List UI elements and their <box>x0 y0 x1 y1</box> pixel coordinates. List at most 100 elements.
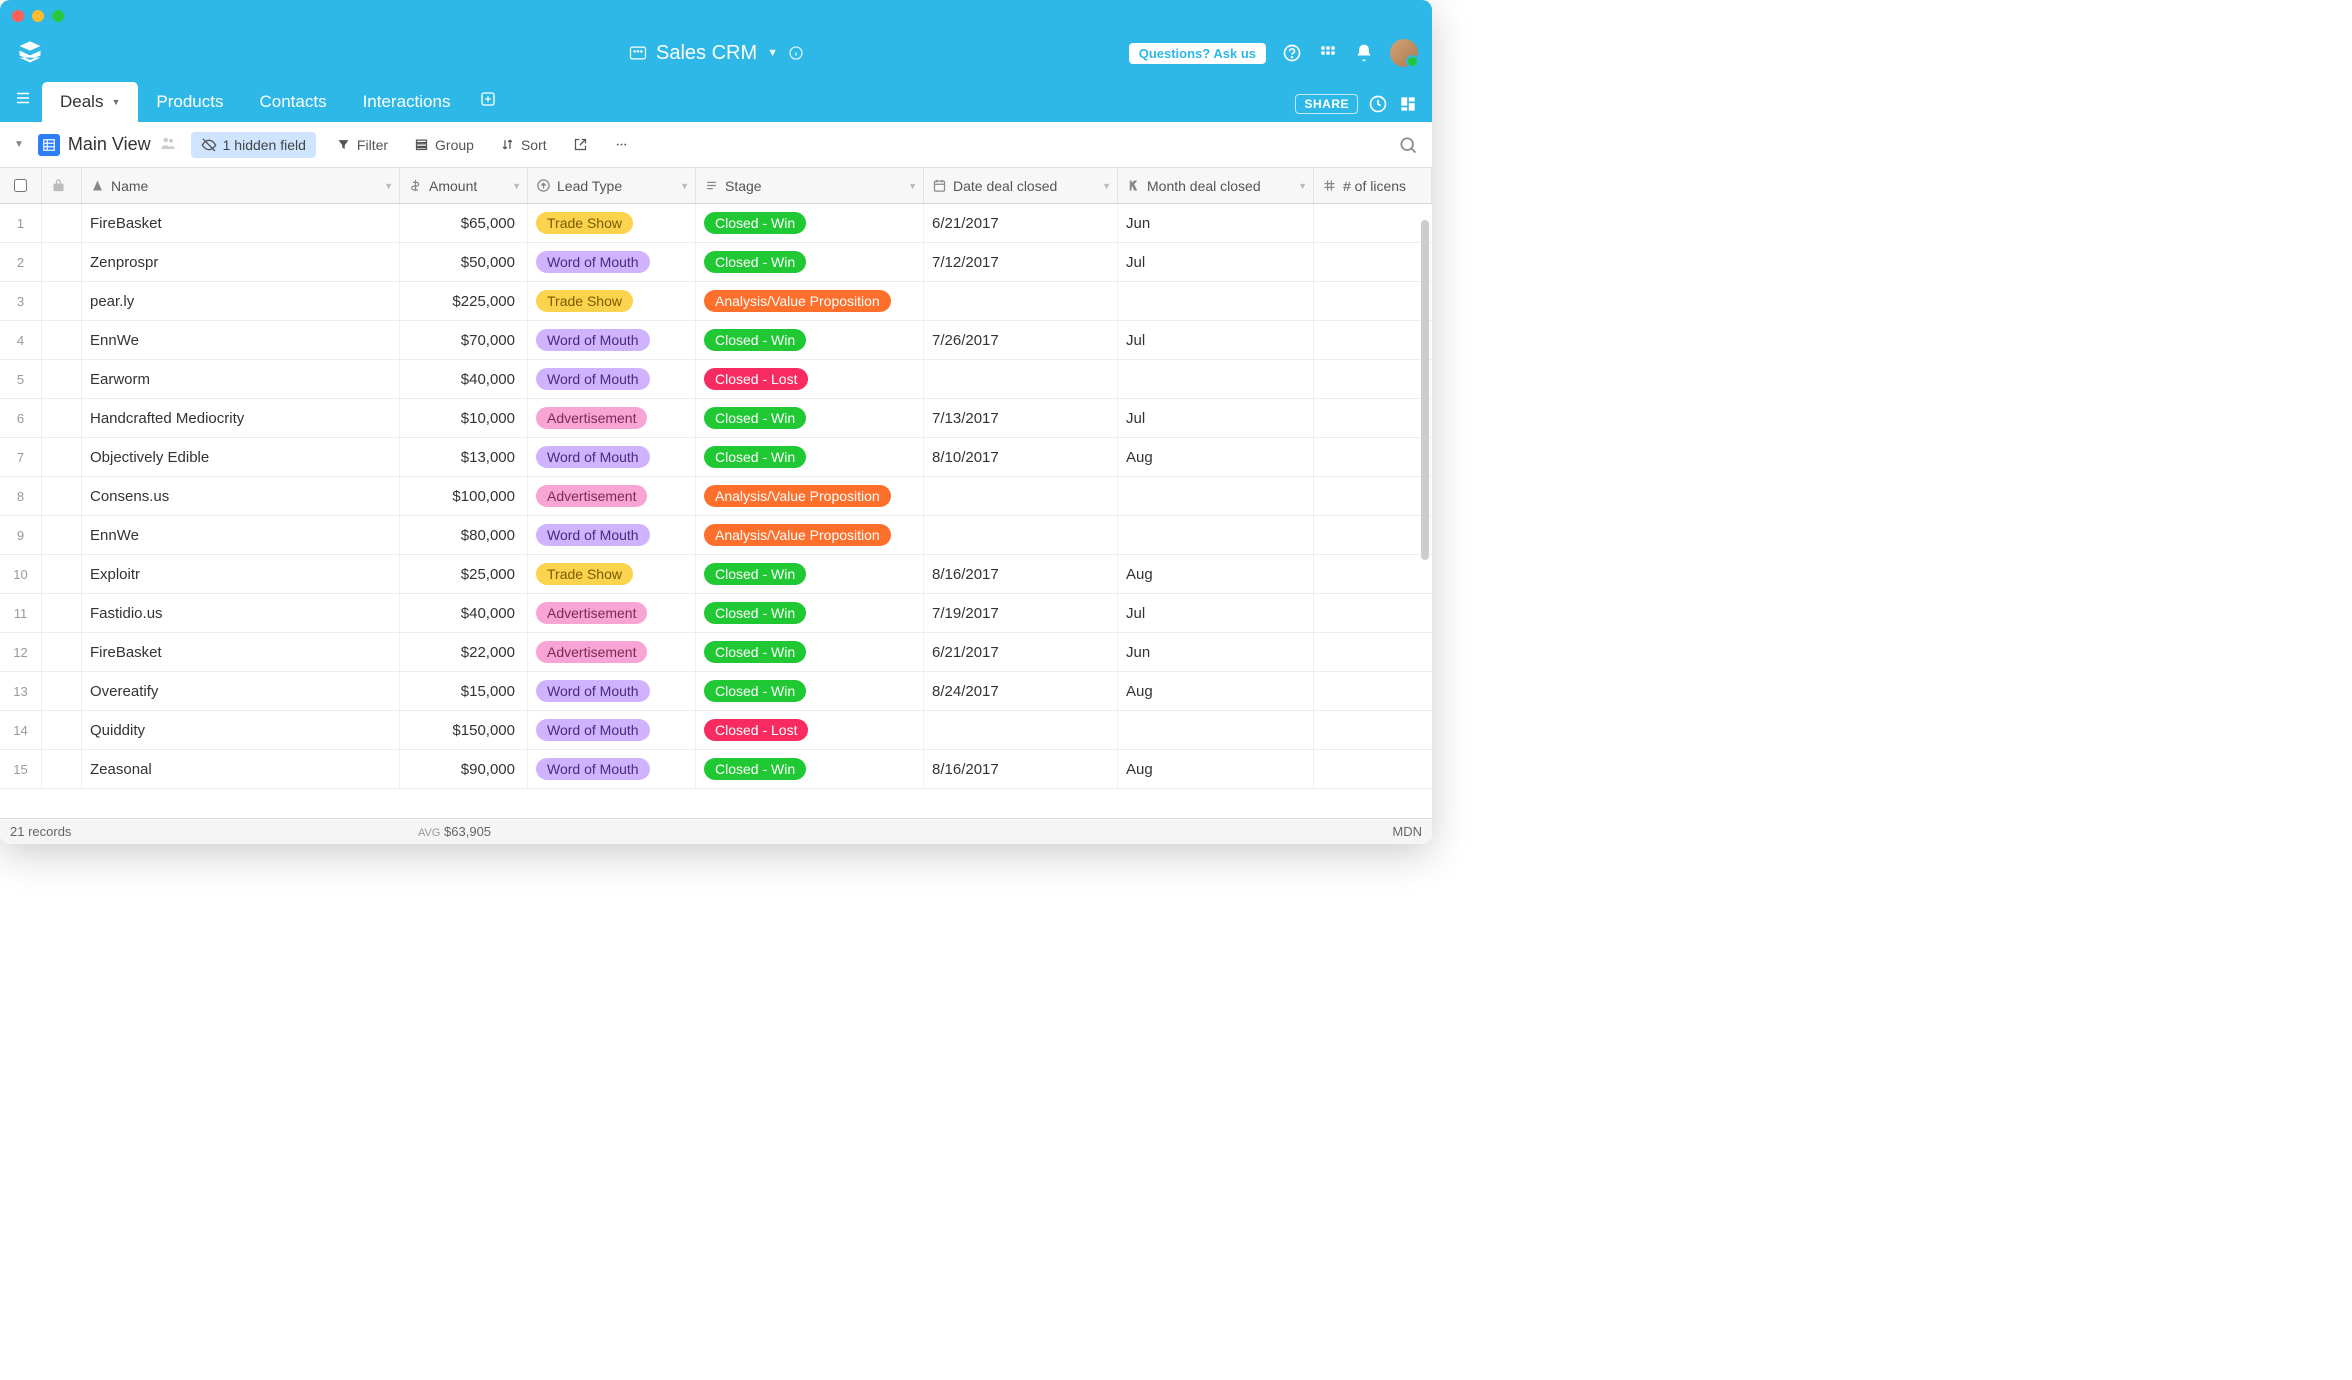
cell-stage[interactable]: Closed - Win <box>696 750 924 788</box>
apps-grid-icon[interactable] <box>1318 43 1338 63</box>
cell-date-closed[interactable]: 8/10/2017 <box>924 438 1118 476</box>
cell-amount[interactable]: $150,000 <box>400 711 528 749</box>
table-row[interactable]: 15Zeasonal$90,000Word of MouthClosed - W… <box>0 750 1432 789</box>
table-row[interactable]: 14Quiddity$150,000Word of MouthClosed - … <box>0 711 1432 750</box>
cell-lead-type[interactable]: Word of Mouth <box>528 672 696 710</box>
column-caret-icon[interactable]: ▼ <box>512 181 521 191</box>
cell-lead-type[interactable]: Word of Mouth <box>528 321 696 359</box>
cell-date-closed[interactable]: 7/12/2017 <box>924 243 1118 281</box>
cell-name[interactable]: Exploitr <box>82 555 400 593</box>
cell-lead-type[interactable]: Word of Mouth <box>528 360 696 398</box>
cell-month-closed[interactable]: Jul <box>1118 594 1314 632</box>
cell-lead-type[interactable]: Word of Mouth <box>528 438 696 476</box>
cell-stage[interactable]: Analysis/Value Proposition <box>696 477 924 515</box>
views-caret-icon[interactable]: ▼ <box>14 139 24 150</box>
collaborators-icon[interactable] <box>159 134 177 155</box>
column-header-lead-type[interactable]: Lead Type ▼ <box>528 168 696 203</box>
cell-date-closed[interactable] <box>924 360 1118 398</box>
cell-stage[interactable]: Closed - Win <box>696 555 924 593</box>
cell-month-closed[interactable] <box>1118 282 1314 320</box>
table-row[interactable]: 6Handcrafted Mediocrity$10,000Advertisem… <box>0 399 1432 438</box>
table-tab[interactable]: Products <box>138 82 241 122</box>
cell-stage[interactable]: Analysis/Value Proposition <box>696 282 924 320</box>
cell-month-closed[interactable]: Jun <box>1118 633 1314 671</box>
table-row[interactable]: 3pear.ly$225,000Trade ShowAnalysis/Value… <box>0 282 1432 321</box>
cell-amount[interactable]: $100,000 <box>400 477 528 515</box>
cell-stage[interactable]: Closed - Win <box>696 633 924 671</box>
hidden-fields-button[interactable]: 1 hidden field <box>191 132 316 158</box>
cell-stage[interactable]: Closed - Win <box>696 594 924 632</box>
ask-us-button[interactable]: Questions? Ask us <box>1129 43 1266 64</box>
cell-name[interactable]: pear.ly <box>82 282 400 320</box>
cell-stage[interactable]: Closed - Lost <box>696 711 924 749</box>
cell-stage[interactable]: Closed - Win <box>696 243 924 281</box>
cell-month-closed[interactable]: Aug <box>1118 750 1314 788</box>
column-caret-icon[interactable]: ▼ <box>1102 181 1111 191</box>
column-caret-icon[interactable]: ▼ <box>384 181 393 191</box>
cell-stage[interactable]: Closed - Win <box>696 399 924 437</box>
sidebar-toggle-icon[interactable] <box>14 89 32 110</box>
filter-button[interactable]: Filter <box>330 133 394 157</box>
table-row[interactable]: 1FireBasket$65,000Trade ShowClosed - Win… <box>0 204 1432 243</box>
cell-name[interactable]: Fastidio.us <box>82 594 400 632</box>
cell-name[interactable]: FireBasket <box>82 204 400 242</box>
table-tab[interactable]: Contacts <box>241 82 344 122</box>
cell-stage[interactable]: Closed - Win <box>696 438 924 476</box>
cell-name[interactable]: Zeasonal <box>82 750 400 788</box>
minimize-window-button[interactable] <box>32 10 44 22</box>
cell-month-closed[interactable]: Aug <box>1118 672 1314 710</box>
add-table-button[interactable] <box>468 81 508 120</box>
cell-stage[interactable]: Analysis/Value Proposition <box>696 516 924 554</box>
table-row[interactable]: 5Earworm$40,000Word of MouthClosed - Los… <box>0 360 1432 399</box>
column-caret-icon[interactable]: ▼ <box>680 181 689 191</box>
table-row[interactable]: 10Exploitr$25,000Trade ShowClosed - Win8… <box>0 555 1432 594</box>
search-icon[interactable] <box>1398 135 1418 155</box>
table-tab[interactable]: Interactions <box>345 82 469 122</box>
cell-lead-type[interactable]: Word of Mouth <box>528 516 696 554</box>
cell-name[interactable]: Overeatify <box>82 672 400 710</box>
column-header-licenses[interactable]: # of licens <box>1314 168 1432 203</box>
cell-amount[interactable]: $22,000 <box>400 633 528 671</box>
cell-amount[interactable]: $40,000 <box>400 594 528 632</box>
help-icon[interactable] <box>1282 43 1302 63</box>
cell-name[interactable]: EnnWe <box>82 516 400 554</box>
more-options-button[interactable] <box>608 133 635 156</box>
cell-month-closed[interactable] <box>1118 360 1314 398</box>
cell-lead-type[interactable]: Advertisement <box>528 477 696 515</box>
cell-lead-type[interactable]: Trade Show <box>528 555 696 593</box>
cell-name[interactable]: Objectively Edible <box>82 438 400 476</box>
cell-name[interactable]: Handcrafted Mediocrity <box>82 399 400 437</box>
cell-date-closed[interactable]: 8/24/2017 <box>924 672 1118 710</box>
column-header-name[interactable]: Name ▼ <box>82 168 400 203</box>
cell-date-closed[interactable]: 6/21/2017 <box>924 204 1118 242</box>
info-icon[interactable] <box>788 45 804 61</box>
table-row[interactable]: 11Fastidio.us$40,000AdvertisementClosed … <box>0 594 1432 633</box>
column-summary-amount[interactable]: AVG $63,905 <box>418 824 491 839</box>
cell-stage[interactable]: Closed - Win <box>696 204 924 242</box>
base-title[interactable]: Sales CRM ▼ <box>628 42 804 65</box>
cell-name[interactable]: EnnWe <box>82 321 400 359</box>
cell-name[interactable]: Zenprospr <box>82 243 400 281</box>
grid-body[interactable]: 1FireBasket$65,000Trade ShowClosed - Win… <box>0 204 1432 818</box>
cell-amount[interactable]: $225,000 <box>400 282 528 320</box>
cell-name[interactable]: Earworm <box>82 360 400 398</box>
cell-amount[interactable]: $70,000 <box>400 321 528 359</box>
view-selector[interactable]: Main View <box>38 134 177 156</box>
cell-date-closed[interactable] <box>924 477 1118 515</box>
maximize-window-button[interactable] <box>52 10 64 22</box>
cell-stage[interactable]: Closed - Lost <box>696 360 924 398</box>
column-header-month-closed[interactable]: Month deal closed ▼ <box>1118 168 1314 203</box>
cell-month-closed[interactable]: Jul <box>1118 243 1314 281</box>
cell-name[interactable]: Consens.us <box>82 477 400 515</box>
cell-stage[interactable]: Closed - Win <box>696 672 924 710</box>
cell-amount[interactable]: $10,000 <box>400 399 528 437</box>
group-button[interactable]: Group <box>408 133 480 157</box>
user-avatar[interactable] <box>1390 39 1418 67</box>
cell-month-closed[interactable]: Aug <box>1118 438 1314 476</box>
cell-date-closed[interactable]: 7/19/2017 <box>924 594 1118 632</box>
cell-month-closed[interactable]: Jun <box>1118 204 1314 242</box>
cell-lead-type[interactable]: Word of Mouth <box>528 243 696 281</box>
cell-lead-type[interactable]: Trade Show <box>528 282 696 320</box>
cell-month-closed[interactable] <box>1118 711 1314 749</box>
sort-button[interactable]: Sort <box>494 133 553 157</box>
